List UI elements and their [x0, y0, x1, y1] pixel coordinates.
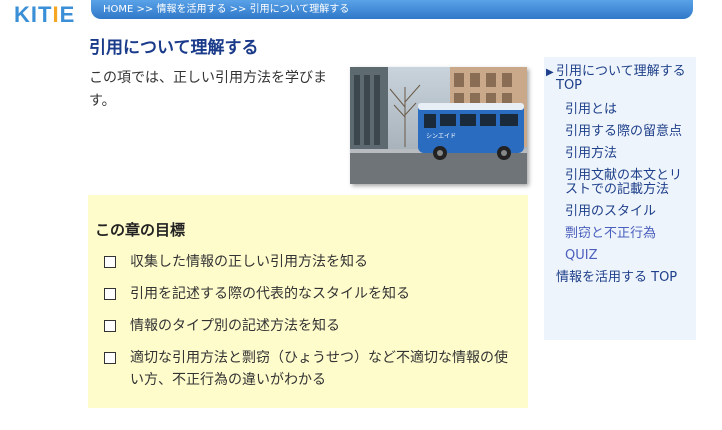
- breadcrumb[interactable]: HOME >> 情報を活用する >> 引用について理解する: [91, 0, 693, 19]
- bus-photo: シンエイド: [350, 67, 527, 184]
- chapter-goals: この章の目標 収集した情報の正しい引用方法を知る 引用を記述する際の代表的なスタ…: [88, 195, 528, 408]
- nav-link-chapter-top[interactable]: ▶ 引用について理解する TOP: [544, 65, 692, 93]
- goal-list: 収集した情報の正しい引用方法を知る 引用を記述する際の代表的なスタイルを知る 情…: [95, 251, 520, 391]
- bus-sign-text: シンエイド: [426, 133, 456, 140]
- checkbox-icon: [104, 352, 116, 364]
- nav-link-quiz[interactable]: QUIZ: [544, 249, 692, 263]
- goals-title: この章の目標: [95, 221, 186, 239]
- checkbox-icon: [104, 320, 116, 332]
- nav-link-citation-style[interactable]: 引用のスタイル: [544, 205, 692, 219]
- nav-link-what-is-citation[interactable]: 引用とは: [544, 103, 692, 117]
- goal-item: 適切な引用方法と剽窃（ひょうせつ）など不適切な情報の使い方、不正行為の違いがわか…: [95, 347, 520, 391]
- nav-link-parent-top[interactable]: 情報を活用する TOP: [544, 271, 692, 285]
- arrow-right-icon: ▶: [546, 67, 554, 78]
- side-navigation: ▶ 引用について理解する TOP 引用とは 引用する際の留意点 引用方法 引用文献…: [544, 57, 696, 340]
- checkbox-icon: [104, 288, 116, 300]
- goal-item: 収集した情報の正しい引用方法を知る: [95, 251, 520, 273]
- nav-link-citation-notes[interactable]: 引用する際の留意点: [544, 125, 692, 139]
- nav-link-plagiarism[interactable]: 剽窃と不正行為: [544, 227, 692, 241]
- goal-item: 引用を記述する際の代表的なスタイルを知る: [95, 283, 520, 305]
- page-title: 引用について理解する: [89, 38, 259, 58]
- site-logo[interactable]: KITIE: [14, 2, 75, 28]
- checkbox-icon: [104, 256, 116, 268]
- goal-item: 情報のタイプ別の記述方法を知る: [95, 315, 520, 337]
- intro-text: この項では、正しい引用方法を学びます。: [89, 70, 327, 109]
- nav-link-citation-method[interactable]: 引用方法: [544, 147, 692, 161]
- nav-link-reference-list[interactable]: 引用文献の本文とリストでの記載方法: [544, 169, 692, 197]
